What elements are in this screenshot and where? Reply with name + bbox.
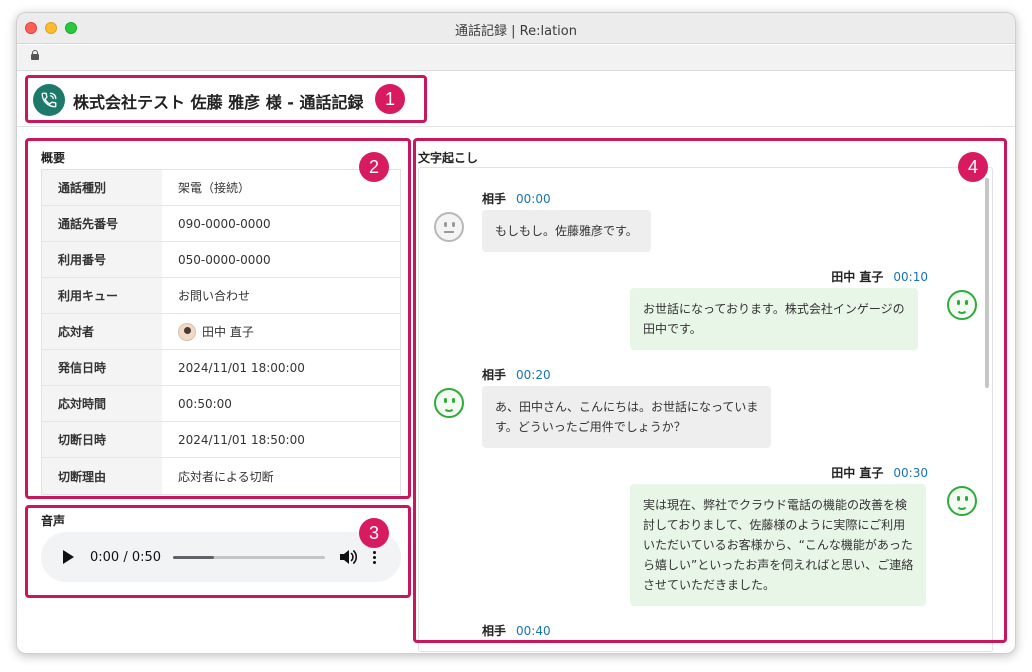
address-bar[interactable] bbox=[17, 45, 1015, 71]
highlight-box-4 bbox=[413, 138, 1007, 643]
badge-3: 3 bbox=[359, 518, 389, 548]
badge-4: 4 bbox=[958, 152, 988, 182]
badge-2: 2 bbox=[359, 152, 389, 182]
highlight-box-3 bbox=[25, 505, 411, 598]
page-content: 株式会社テスト 佐藤 雅彦 様 - 通話記録 概要 通話種別 架電（接続） 通話先番… bbox=[17, 72, 1015, 653]
lock-icon bbox=[31, 50, 39, 60]
title-bar: 通話記録 | Re:lation bbox=[17, 13, 1015, 44]
highlight-box-1 bbox=[25, 75, 427, 123]
highlight-box-2 bbox=[25, 138, 411, 499]
window-title: 通話記録 | Re:lation bbox=[455, 24, 577, 39]
browser-window: 通話記録 | Re:lation 株式会社テスト 佐藤 雅彦 様 - 通話記録 … bbox=[16, 12, 1016, 654]
badge-1: 1 bbox=[375, 84, 405, 114]
